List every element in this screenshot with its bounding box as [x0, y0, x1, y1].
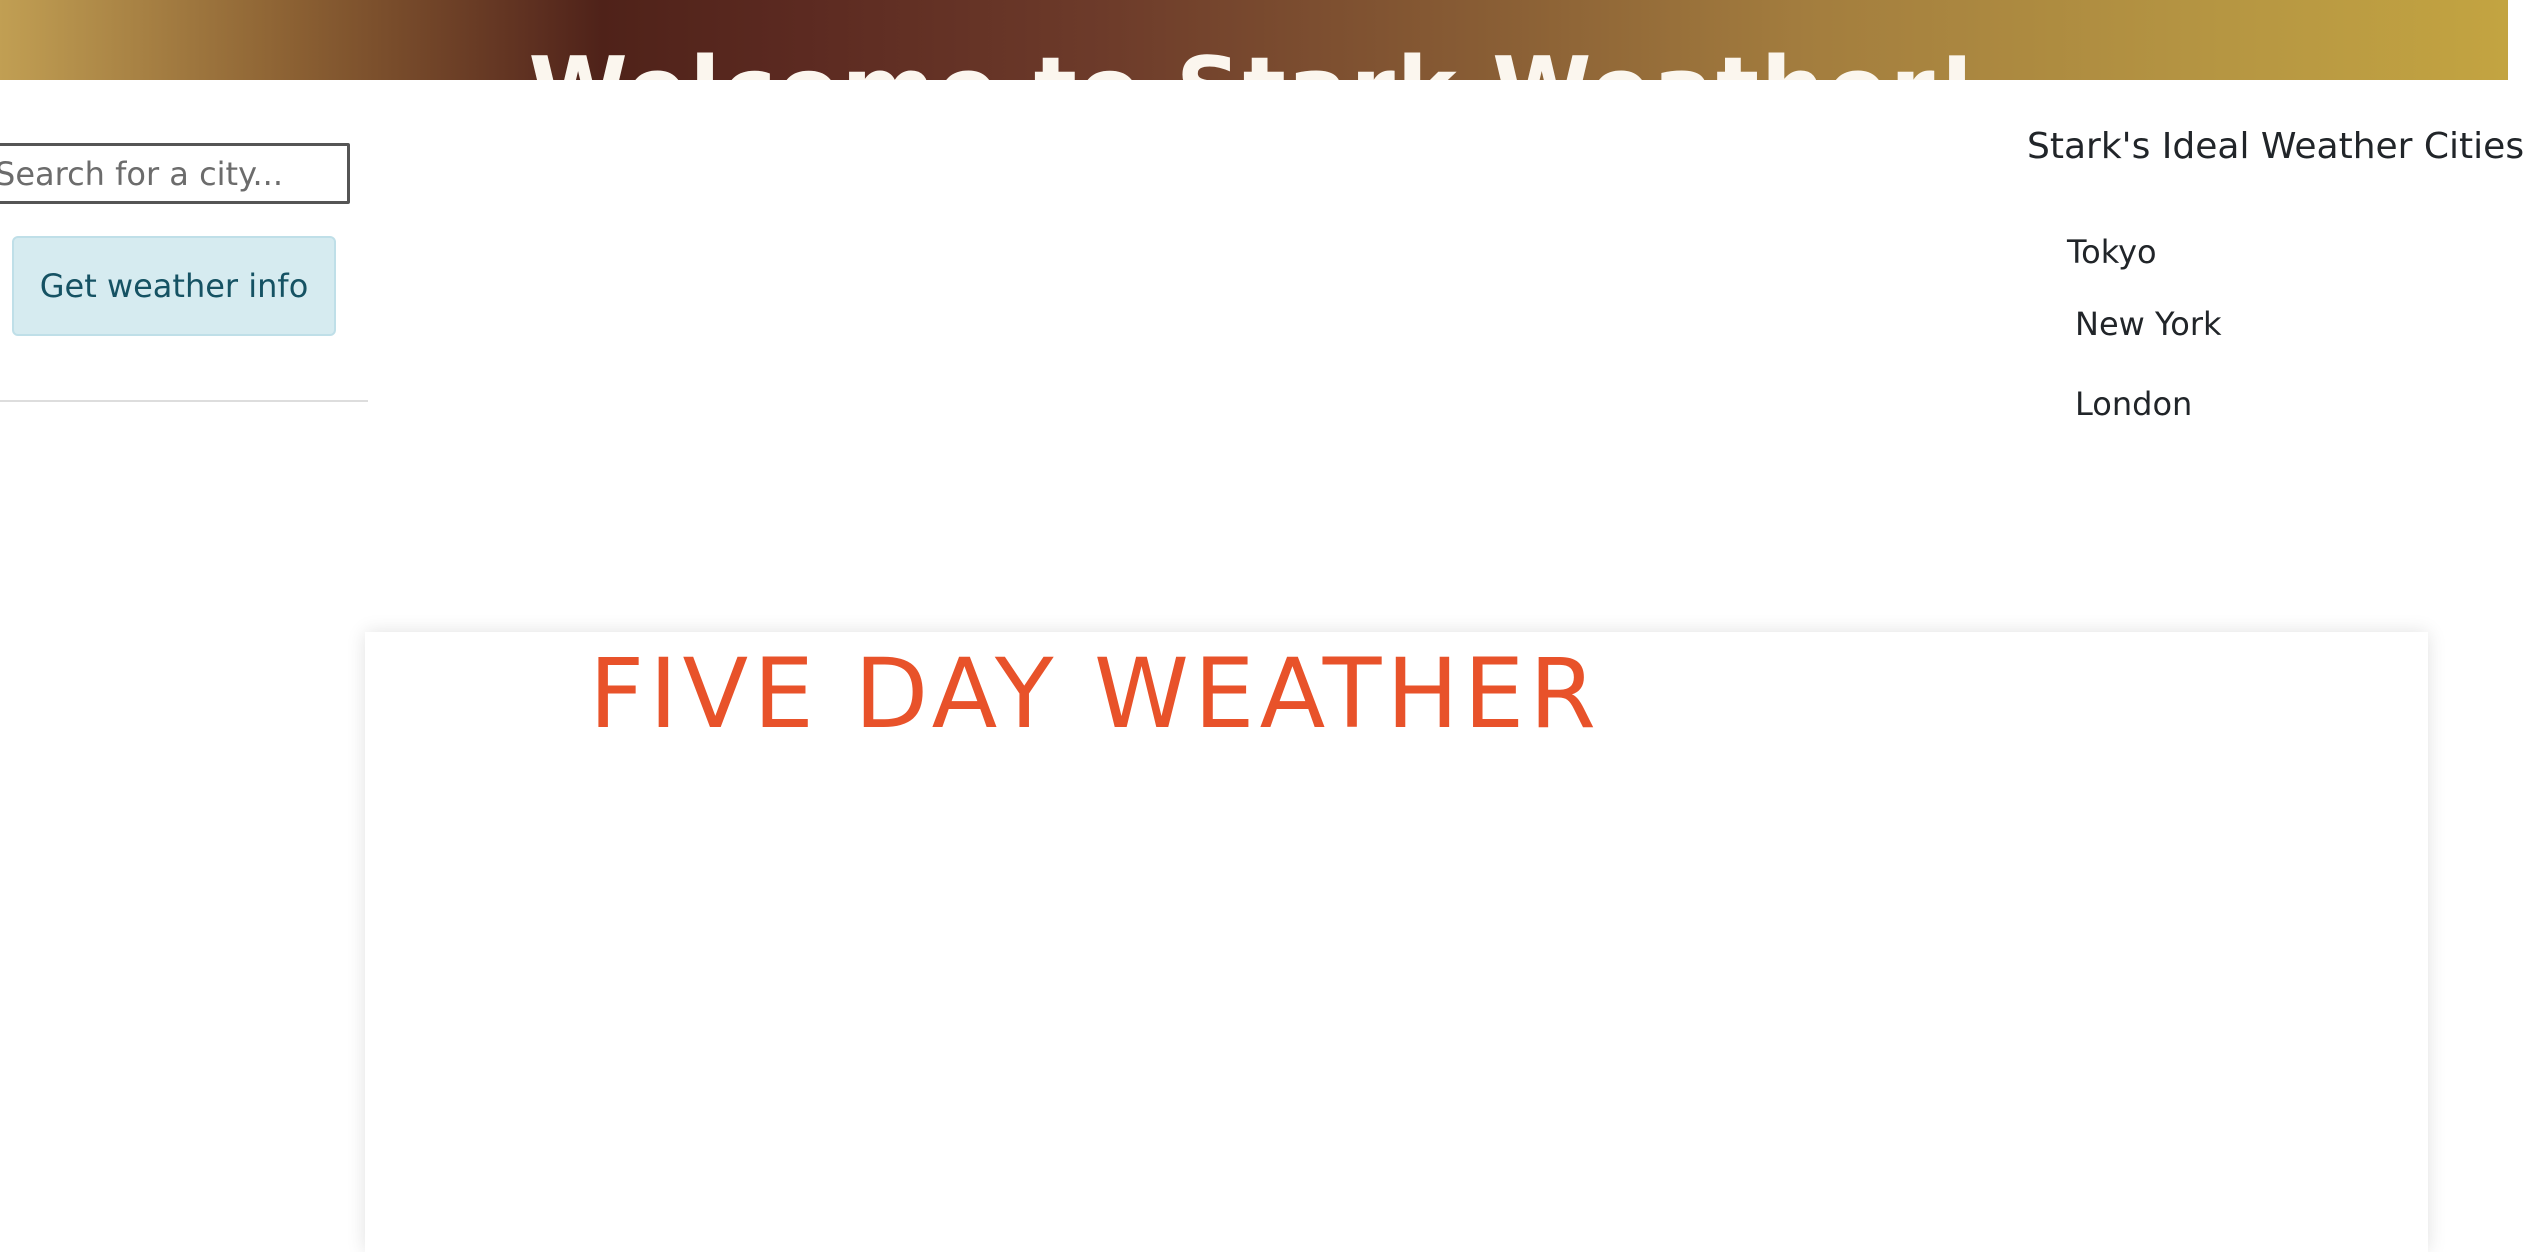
ideal-cities-heading: Stark's Ideal Weather Cities [2027, 126, 2525, 167]
city-item-new-york[interactable]: New York [2075, 305, 2222, 343]
city-search-input[interactable] [0, 143, 350, 204]
city-item-tokyo[interactable]: Tokyo [2067, 233, 2157, 271]
five-day-forecast-card: FIVE DAY WEATHER [365, 632, 2428, 1252]
header-banner: Welcome to Stark Weather! [0, 0, 2508, 80]
page-title: Welcome to Stark Weather! [0, 38, 2508, 80]
search-divider [0, 400, 368, 402]
get-weather-button[interactable]: Get weather info [12, 236, 336, 336]
city-item-london[interactable]: London [2075, 385, 2192, 423]
forecast-heading: FIVE DAY WEATHER [589, 638, 1601, 750]
